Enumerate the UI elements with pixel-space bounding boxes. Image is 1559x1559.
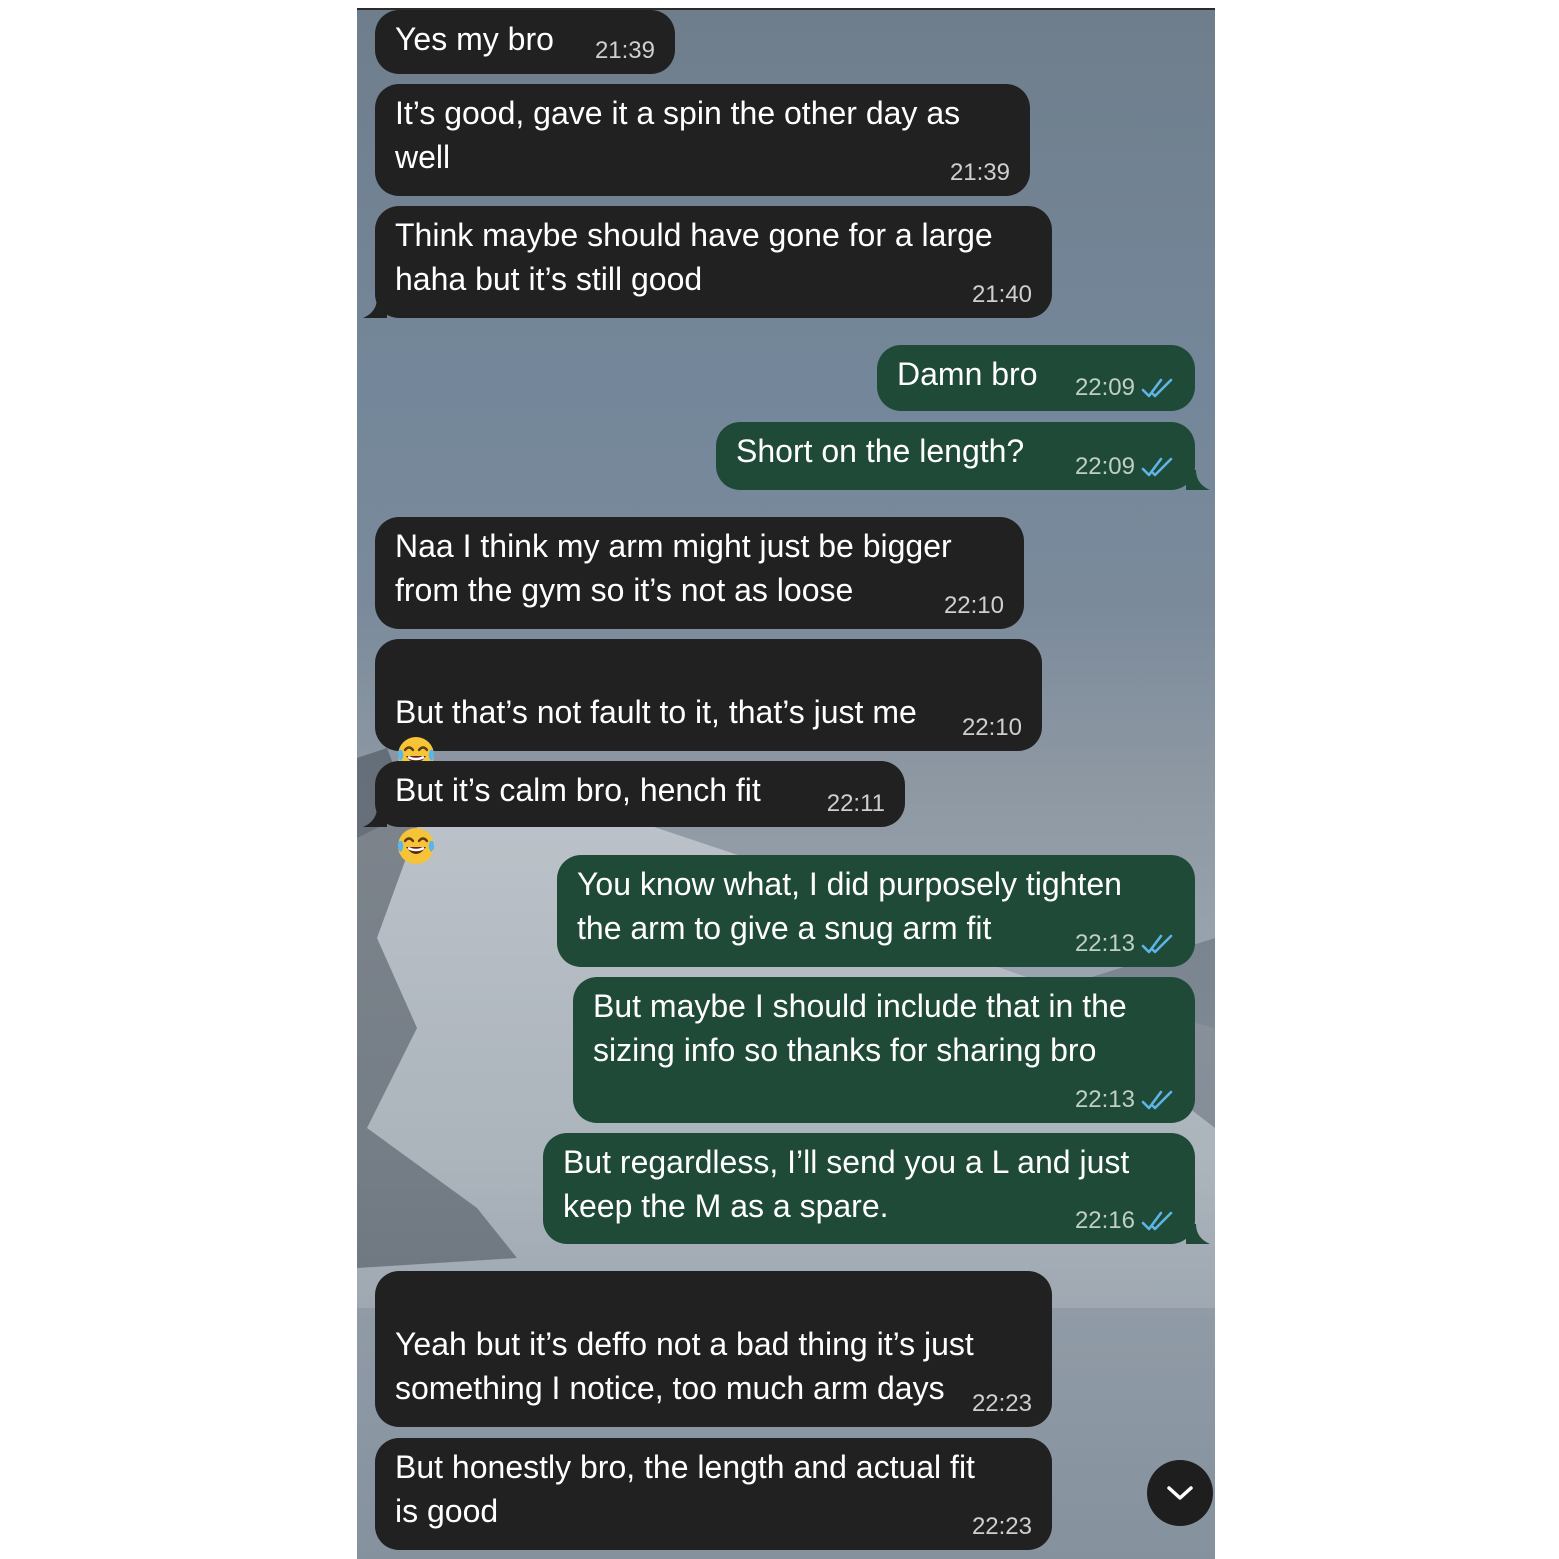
face-with-tears-of-joy-icon bbox=[397, 828, 435, 864]
chat-window: Yes my bro 21:39 It’s good, gave it a sp… bbox=[357, 8, 1215, 1559]
message-time: 22:16 bbox=[1074, 1207, 1135, 1234]
message-time: 22:09 bbox=[1074, 453, 1135, 480]
message-meta: 22:13 bbox=[1075, 931, 1175, 957]
message-time: 22:13 bbox=[1074, 930, 1135, 957]
message-meta: 22:23 bbox=[972, 1514, 1032, 1540]
message-bubble-incoming[interactable]: But it’s calm bro, hench fit 22:11 bbox=[375, 761, 905, 827]
message-bubble-incoming[interactable]: Think maybe should have gone for a large… bbox=[375, 206, 1052, 318]
message-meta: 21:40 bbox=[972, 282, 1032, 308]
message-bubble-incoming[interactable]: Yes my bro 21:39 bbox=[375, 10, 675, 74]
message-bubble-incoming[interactable]: Naa I think my arm might just be bigger … bbox=[375, 517, 1024, 629]
message-time: 21:40 bbox=[971, 281, 1032, 308]
double-check-icon bbox=[1141, 1090, 1173, 1110]
message-time: 22:11 bbox=[826, 790, 885, 817]
message-text: But it’s calm bro, hench fit bbox=[395, 772, 761, 808]
message-time: 22:10 bbox=[943, 592, 1004, 619]
message-meta: 22:16 bbox=[1075, 1208, 1175, 1234]
message-time: 22:10 bbox=[961, 714, 1022, 741]
message-text: But maybe I should include that in the s… bbox=[593, 988, 1127, 1068]
double-check-icon bbox=[1141, 457, 1173, 477]
message-time: 22:09 bbox=[1074, 374, 1135, 401]
message-meta: 22:09 bbox=[1075, 454, 1175, 480]
message-meta: 21:39 bbox=[595, 38, 655, 64]
double-check-icon bbox=[1141, 934, 1173, 954]
message-time: 22:23 bbox=[971, 1390, 1032, 1417]
message-text: But honestly bro, the length and actual … bbox=[395, 1449, 975, 1529]
message-time: 22:23 bbox=[971, 1513, 1032, 1540]
message-meta: 22:09 bbox=[1075, 375, 1175, 401]
double-check-icon bbox=[1141, 378, 1173, 398]
scroll-to-bottom-button[interactable] bbox=[1147, 1460, 1213, 1526]
chevron-down-icon bbox=[1167, 1486, 1193, 1500]
message-meta: 22:23 bbox=[972, 1391, 1032, 1417]
bubble-tail bbox=[1186, 470, 1210, 490]
message-time: 21:39 bbox=[949, 159, 1010, 186]
message-meta: 21:39 bbox=[950, 160, 1010, 186]
double-check-icon bbox=[1141, 1211, 1173, 1231]
message-text: Naa I think my arm might just be bigger … bbox=[395, 528, 952, 608]
message-meta: 22:10 bbox=[944, 593, 1004, 619]
message-bubble-outgoing[interactable]: But regardless, I’ll send you a L and ju… bbox=[543, 1133, 1195, 1244]
bubble-tail bbox=[363, 807, 387, 827]
message-time: 21:39 bbox=[594, 37, 655, 64]
message-bubble-incoming[interactable]: But that’s not fault to it, that’s just … bbox=[375, 639, 1042, 864]
message-bubble-incoming[interactable]: Yeah but it’s deffo not a bad thing it’s… bbox=[375, 1271, 1052, 1493]
message-bubble-outgoing[interactable]: Short on the length? 22:09 bbox=[716, 422, 1195, 490]
message-text: It’s good, gave it a spin the other day … bbox=[395, 95, 961, 175]
message-bubble-incoming[interactable]: But honestly bro, the length and actual … bbox=[375, 1438, 1052, 1550]
message-text: But that’s not fault to it, that’s just … bbox=[395, 694, 917, 730]
message-text-wrap: But that’s not fault to it, that’s just … bbox=[395, 646, 1022, 872]
message-text: Think maybe should have gone for a large… bbox=[395, 217, 993, 297]
message-time: 22:13 bbox=[1074, 1086, 1135, 1113]
message-bubble-outgoing[interactable]: You know what, I did purposely tighten t… bbox=[557, 855, 1195, 967]
message-bubble-outgoing[interactable]: Damn bro 22:09 bbox=[877, 345, 1195, 411]
bubble-tail bbox=[1186, 1224, 1210, 1244]
message-bubble-incoming[interactable]: It’s good, gave it a spin the other day … bbox=[375, 84, 1030, 196]
message-meta: 22:11 bbox=[827, 791, 885, 817]
message-bubble-outgoing[interactable]: But maybe I should include that in the s… bbox=[573, 977, 1195, 1123]
message-meta: 22:10 bbox=[962, 715, 1022, 741]
message-text: Yeah but it’s deffo not a bad thing it’s… bbox=[395, 1326, 974, 1406]
message-meta: 22:13 bbox=[1075, 1087, 1175, 1113]
bubble-tail bbox=[363, 298, 387, 318]
